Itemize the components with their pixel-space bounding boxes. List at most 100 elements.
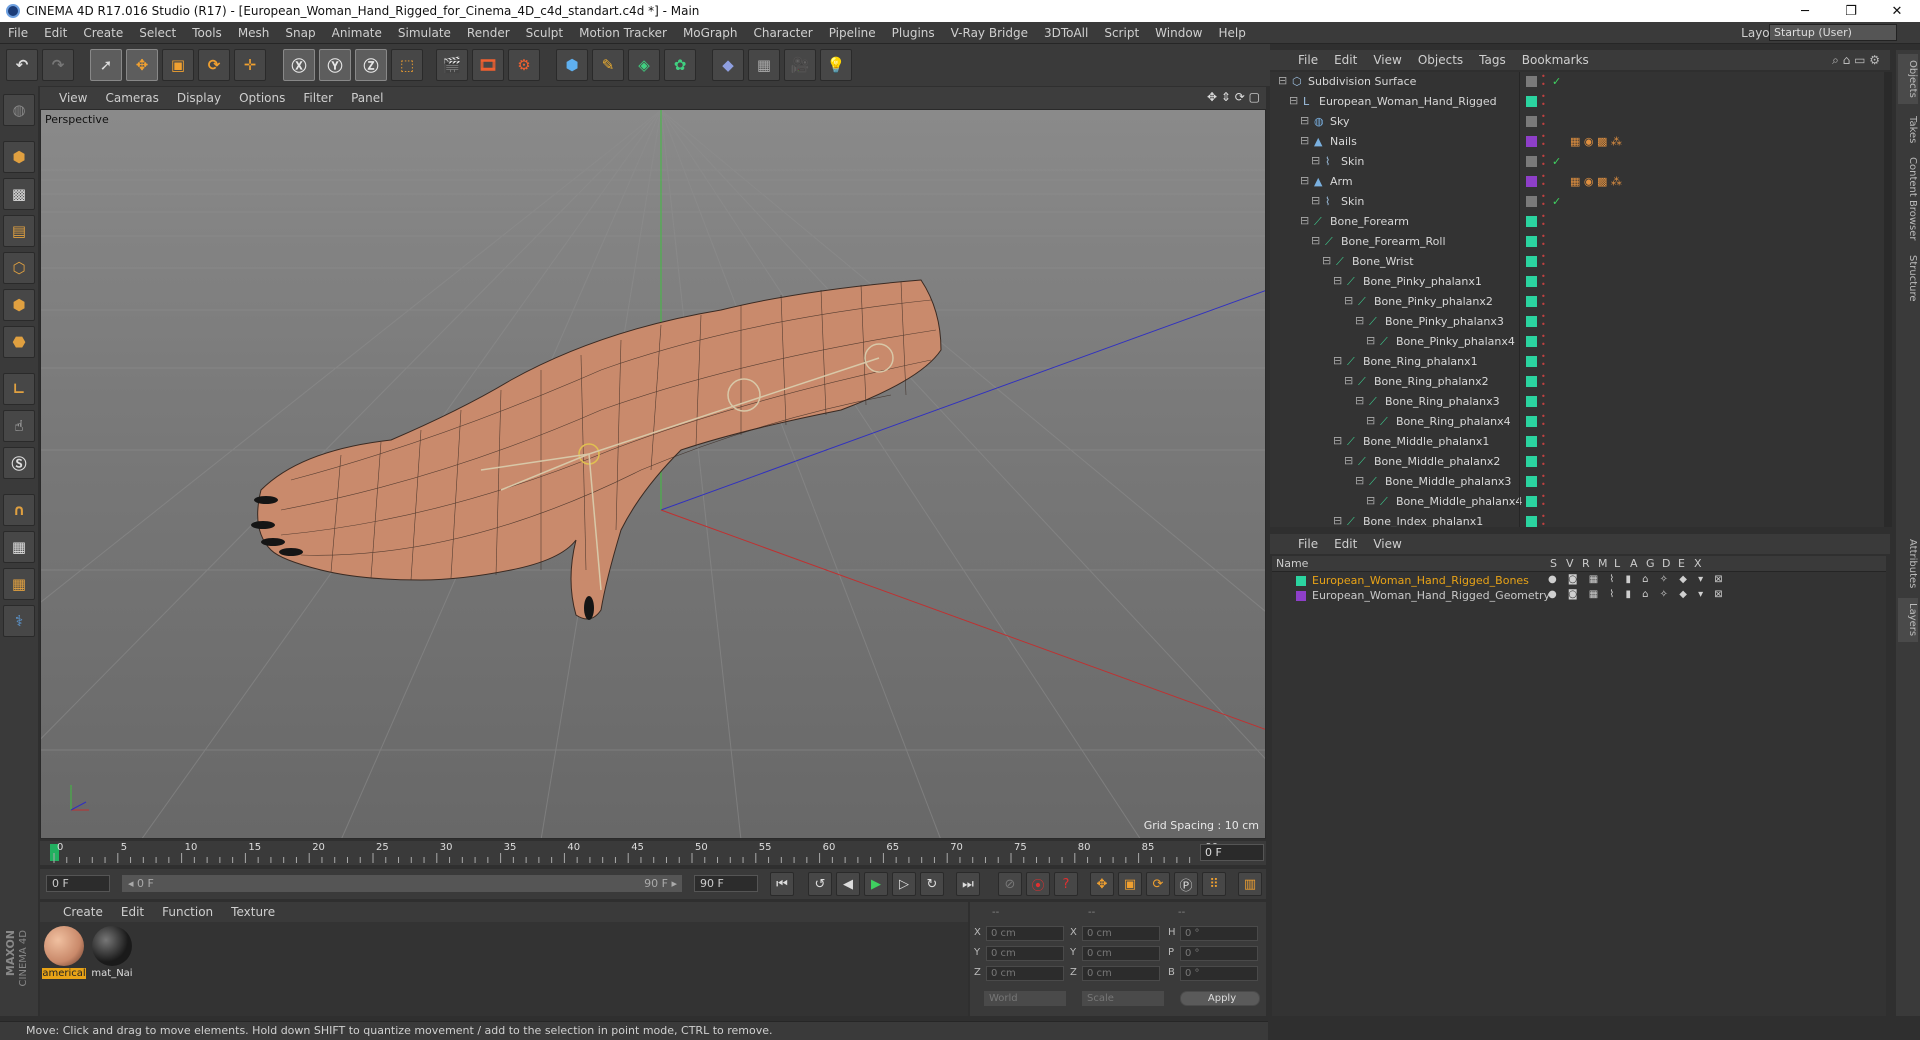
material-menu-edit[interactable]: Edit [112,905,153,919]
timeline-ruler[interactable]: 051015202530354045505560657075808590 0 F [40,841,1266,865]
coordinate-system-icon[interactable]: ⬚ [391,49,423,81]
visibility-dots-icon[interactable]: • • [1541,293,1546,309]
om-menu-bookmarks[interactable]: Bookmarks [1514,53,1597,67]
visibility-dots-icon[interactable]: • • [1541,333,1546,349]
expand-toggle-icon[interactable]: ⊟ [1311,154,1320,167]
expand-toggle-icon[interactable]: ⊟ [1300,214,1309,227]
menu-simulate[interactable]: Simulate [390,26,459,40]
object-row[interactable]: ⊟ ⟋ Bone_Wrist • • [1270,252,1882,272]
menu-select[interactable]: Select [131,26,184,40]
expand-toggle-icon[interactable]: ⊟ [1355,394,1364,407]
om-menu-file[interactable]: File [1290,53,1326,67]
object-row[interactable]: ⊟ ⌇ Skin • • ✓ [1270,152,1882,172]
tab-layers[interactable]: Layers [1898,598,1918,642]
lm-menu-file[interactable]: File [1290,537,1326,551]
object-row[interactable]: ⊟ ⟋ Bone_Pinky_phalanx2 • • [1270,292,1882,312]
object-row[interactable]: ⊟ ⟋ Bone_Forearm • • [1270,212,1882,232]
visibility-dots-icon[interactable]: • • [1541,473,1546,489]
autokey-icon[interactable]: ? [1054,872,1078,896]
visibility-dots-icon[interactable]: • • [1541,113,1546,129]
transform-tool-icon[interactable]: ✛ [234,49,266,81]
expand-toggle-icon[interactable]: ⊟ [1278,74,1287,87]
menu-motion-tracker[interactable]: Motion Tracker [571,26,675,40]
om-menu-tags[interactable]: Tags [1471,53,1514,67]
layer-color-swatch[interactable] [1526,256,1537,267]
expand-toggle-icon[interactable]: ⊟ [1344,454,1353,467]
layer-color-swatch[interactable] [1526,456,1537,467]
key-parameter-icon[interactable]: Ⓟ [1174,872,1198,896]
expand-toggle-icon[interactable]: ⊟ [1311,234,1320,247]
visibility-dots-icon[interactable]: • • [1541,513,1546,528]
expand-toggle-icon[interactable]: ⊟ [1311,194,1320,207]
expand-toggle-icon[interactable]: ⊟ [1333,514,1342,527]
preview-range-slider[interactable]: ◂ 0 F 90 F ▸ [122,875,682,892]
object-row[interactable]: ⊟ ◍ Sky • • [1270,112,1882,132]
render-picture-viewer-icon[interactable]: 🎞 [472,49,504,81]
layer-row[interactable]: European_Woman_Hand_Rigged_Geometry ● ◙ ▦… [1272,589,1886,604]
menu-script[interactable]: Script [1096,26,1147,40]
deformer-icon[interactable]: ◆ [712,49,744,81]
key-rotation-icon[interactable]: ⟳ [1146,872,1170,896]
enabled-check-icon[interactable]: ✓ [1552,195,1561,208]
tab-objects[interactable]: Objects [1898,54,1918,104]
python-icon[interactable]: ⚕ [3,605,35,637]
layer-color-swatch[interactable] [1526,396,1537,407]
solo-mode-icon[interactable]: Ⓢ [3,447,35,479]
layer-color-swatch[interactable] [1296,591,1306,601]
record-keys-icon[interactable]: ⦿ [1026,872,1050,896]
material-menu-function[interactable]: Function [153,905,222,919]
end-frame-field[interactable]: 90 F [694,875,758,892]
visibility-dots-icon[interactable]: • • [1541,153,1546,169]
layer-color-swatch[interactable] [1526,436,1537,447]
goto-start-icon[interactable]: ⏮ [770,872,794,896]
expand-toggle-icon[interactable]: ⊟ [1300,174,1309,187]
viewport-nav-icons[interactable]: ✥ ⇕ ⟳ ▢ [1207,90,1260,104]
polygons-mode-icon[interactable]: ⬣ [3,326,35,358]
undo-icon[interactable]: ↶ [6,49,38,81]
layer-color-swatch[interactable] [1526,136,1537,147]
goto-end-icon[interactable]: ⏭ [956,872,980,896]
material-menu-texture[interactable]: Texture [222,905,284,919]
material-swatch[interactable]: mat_Nai [90,926,134,979]
render-settings-icon[interactable]: ⚙ [508,49,540,81]
layer-color-swatch[interactable] [1526,356,1537,367]
object-row[interactable]: ⊟ ⟋ Bone_Pinky_phalanx1 • • [1270,272,1882,292]
object-tree-scrollbar[interactable] [1884,72,1892,527]
visibility-dots-icon[interactable]: • • [1541,253,1546,269]
viewport-menu-options[interactable]: Options [230,91,294,105]
menu-mesh[interactable]: Mesh [230,26,278,40]
expand-toggle-icon[interactable]: ⊟ [1366,334,1375,347]
size-y-field[interactable]: 0 cm [1082,946,1160,961]
menu-sculpt[interactable]: Sculpt [518,26,571,40]
maximize-button[interactable]: ❐ [1828,0,1874,22]
cube-primitive-icon[interactable]: ⬢ [556,49,588,81]
menu-3dtoall[interactable]: 3DToAll [1036,26,1096,40]
layer-color-swatch[interactable] [1526,476,1537,487]
minimize-button[interactable]: ─ [1782,0,1828,22]
tweak-mode-icon[interactable]: ☝ [3,410,35,442]
x-axis-lock-icon[interactable]: Ⓧ [283,49,315,81]
expand-toggle-icon[interactable]: ⊟ [1333,274,1342,287]
object-row[interactable]: ⊟ ⟋ Bone_Middle_phalanx2 • • [1270,452,1882,472]
coord-mode-select[interactable]: Scale [1082,991,1164,1006]
object-row[interactable]: ⊟ ▲ Nails • • ▦ ◉ ▩ ⁂ [1270,132,1882,152]
visibility-dots-icon[interactable]: • • [1541,413,1546,429]
timeline-window-icon[interactable]: ▥ [1238,872,1262,896]
viewport-menu-panel[interactable]: Panel [342,91,392,105]
object-row[interactable]: ⊟ ⬡ Subdivision Surface • • ✓ [1270,72,1882,92]
viewport-menu-filter[interactable]: Filter [294,91,342,105]
visibility-dots-icon[interactable]: • • [1541,393,1546,409]
expand-toggle-icon[interactable]: ⊟ [1289,94,1298,107]
object-row[interactable]: ⊟ ▲ Arm • • ▦ ◉ ▩ ⁂ [1270,172,1882,192]
menu-snap[interactable]: Snap [277,26,323,40]
step-forward-icon[interactable]: ▷ [892,872,916,896]
object-row[interactable]: ⊟ ⟋ Bone_Ring_phalanx1 • • [1270,352,1882,372]
size-x-field[interactable]: 0 cm [1082,926,1160,941]
key-position-icon[interactable]: ✥ [1090,872,1114,896]
snap-magnet-icon[interactable]: ∩ [3,494,35,526]
locked-workplane-icon[interactable]: ▦ [3,568,35,600]
position-x-field[interactable]: 0 cm [986,926,1064,941]
current-frame-field[interactable]: 0 F [1200,844,1264,861]
texture-mode-icon[interactable]: ▩ [3,178,35,210]
goto-prev-key-icon[interactable]: ↺ [808,872,832,896]
